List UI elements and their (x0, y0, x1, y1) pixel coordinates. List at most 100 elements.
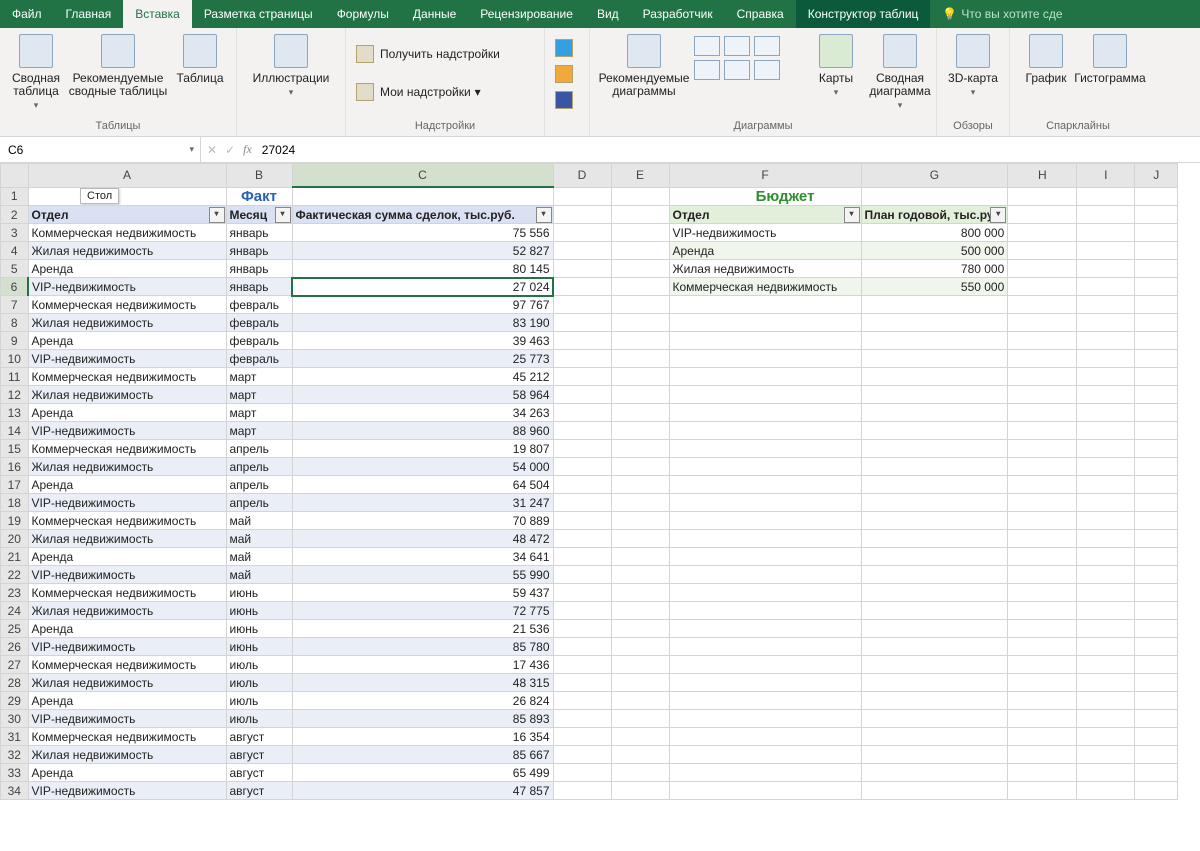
cell-G12[interactable] (861, 386, 1008, 404)
cell-D26[interactable] (553, 638, 611, 656)
cell-A28[interactable]: Жилая недвижимость (28, 674, 226, 692)
cell-E20[interactable] (611, 530, 669, 548)
cell-F22[interactable] (669, 566, 861, 584)
cell-F11[interactable] (669, 368, 861, 386)
cell-H6[interactable] (1008, 278, 1077, 296)
cell-D19[interactable] (553, 512, 611, 530)
cell-I33[interactable] (1077, 764, 1135, 782)
cell-J12[interactable] (1135, 386, 1178, 404)
cell-J5[interactable] (1135, 260, 1178, 278)
cell-E17[interactable] (611, 476, 669, 494)
cell-E12[interactable] (611, 386, 669, 404)
cell-B17[interactable]: апрель (226, 476, 292, 494)
column-header-H[interactable]: H (1008, 164, 1077, 188)
cell-J10[interactable] (1135, 350, 1178, 368)
column-header-E[interactable]: E (611, 164, 669, 188)
cell-D23[interactable] (553, 584, 611, 602)
cell-I8[interactable] (1077, 314, 1135, 332)
cell-F12[interactable] (669, 386, 861, 404)
filter-icon[interactable]: ▾ (536, 207, 552, 223)
row-header-9[interactable]: 9 (1, 332, 29, 350)
cell-H15[interactable] (1008, 440, 1077, 458)
cell-F29[interactable] (669, 692, 861, 710)
cell-F6[interactable]: Коммерческая недвижимость (669, 278, 861, 296)
recommended-charts-button[interactable]: Рекомендуемые диаграммы (594, 32, 694, 98)
cell-C33[interactable]: 65 499 (292, 764, 553, 782)
cell-H16[interactable] (1008, 458, 1077, 476)
cell-A4[interactable]: Жилая недвижимость (28, 242, 226, 260)
cell-C8[interactable]: 83 190 (292, 314, 553, 332)
row-header-22[interactable]: 22 (1, 566, 29, 584)
cell-C4[interactable]: 52 827 (292, 242, 553, 260)
cell-D11[interactable] (553, 368, 611, 386)
cell-F10[interactable] (669, 350, 861, 368)
cell-H4[interactable] (1008, 242, 1077, 260)
row-header-13[interactable]: 13 (1, 404, 29, 422)
cell-H28[interactable] (1008, 674, 1077, 692)
cell-J22[interactable] (1135, 566, 1178, 584)
column-chart-button[interactable] (694, 36, 720, 56)
cell-F24[interactable] (669, 602, 861, 620)
cell-D7[interactable] (553, 296, 611, 314)
row-header-10[interactable]: 10 (1, 350, 29, 368)
cell-C19[interactable]: 70 889 (292, 512, 553, 530)
cell-A18[interactable]: VIP-недвижимость (28, 494, 226, 512)
formula-input[interactable] (260, 142, 664, 158)
row-header-33[interactable]: 33 (1, 764, 29, 782)
table-button[interactable]: Таблица (168, 32, 232, 85)
cell-G34[interactable] (861, 782, 1008, 800)
cell-E34[interactable] (611, 782, 669, 800)
cell-I21[interactable] (1077, 548, 1135, 566)
cell-D25[interactable] (553, 620, 611, 638)
cell-F9[interactable] (669, 332, 861, 350)
cell-H17[interactable] (1008, 476, 1077, 494)
cell-C12[interactable]: 58 964 (292, 386, 553, 404)
cell-I14[interactable] (1077, 422, 1135, 440)
cell-G6[interactable]: 550 000 (861, 278, 1008, 296)
cell-B16[interactable]: апрель (226, 458, 292, 476)
cell-G13[interactable] (861, 404, 1008, 422)
maps-button[interactable]: Карты▾ (804, 32, 868, 98)
cell-H13[interactable] (1008, 404, 1077, 422)
cell-A15[interactable]: Коммерческая недвижимость (28, 440, 226, 458)
cell-I1[interactable] (1077, 187, 1135, 206)
cell-A13[interactable]: Аренда (28, 404, 226, 422)
row-header-14[interactable]: 14 (1, 422, 29, 440)
cell-C16[interactable]: 54 000 (292, 458, 553, 476)
cell-E24[interactable] (611, 602, 669, 620)
row-header-18[interactable]: 18 (1, 494, 29, 512)
tab-разметка-страницы[interactable]: Разметка страницы (192, 0, 325, 28)
cell-E18[interactable] (611, 494, 669, 512)
cell-J6[interactable] (1135, 278, 1178, 296)
cell-I5[interactable] (1077, 260, 1135, 278)
cell-G20[interactable] (861, 530, 1008, 548)
cell-A24[interactable]: Жилая недвижимость (28, 602, 226, 620)
cell-G14[interactable] (861, 422, 1008, 440)
cell-G29[interactable] (861, 692, 1008, 710)
cell-G28[interactable] (861, 674, 1008, 692)
cell-H11[interactable] (1008, 368, 1077, 386)
cell-H33[interactable] (1008, 764, 1077, 782)
cell-J34[interactable] (1135, 782, 1178, 800)
cell-B7[interactable]: февраль (226, 296, 292, 314)
row-header-11[interactable]: 11 (1, 368, 29, 386)
cell-J3[interactable] (1135, 224, 1178, 242)
cell-A29[interactable]: Аренда (28, 692, 226, 710)
tab-разработчик[interactable]: Разработчик (631, 0, 725, 28)
cell-G9[interactable] (861, 332, 1008, 350)
cell-D12[interactable] (553, 386, 611, 404)
name-box-input[interactable] (6, 142, 185, 158)
name-box[interactable]: ▾ (0, 137, 201, 162)
cell-F20[interactable] (669, 530, 861, 548)
cell-D31[interactable] (553, 728, 611, 746)
cell-D28[interactable] (553, 674, 611, 692)
cell-C9[interactable]: 39 463 (292, 332, 553, 350)
tab-данные[interactable]: Данные (401, 0, 468, 28)
cell-D8[interactable] (553, 314, 611, 332)
cell-F21[interactable] (669, 548, 861, 566)
row-header-31[interactable]: 31 (1, 728, 29, 746)
cell-I19[interactable] (1077, 512, 1135, 530)
tab-вид[interactable]: Вид (585, 0, 631, 28)
cell-E31[interactable] (611, 728, 669, 746)
cell-A30[interactable]: VIP-недвижимость (28, 710, 226, 728)
